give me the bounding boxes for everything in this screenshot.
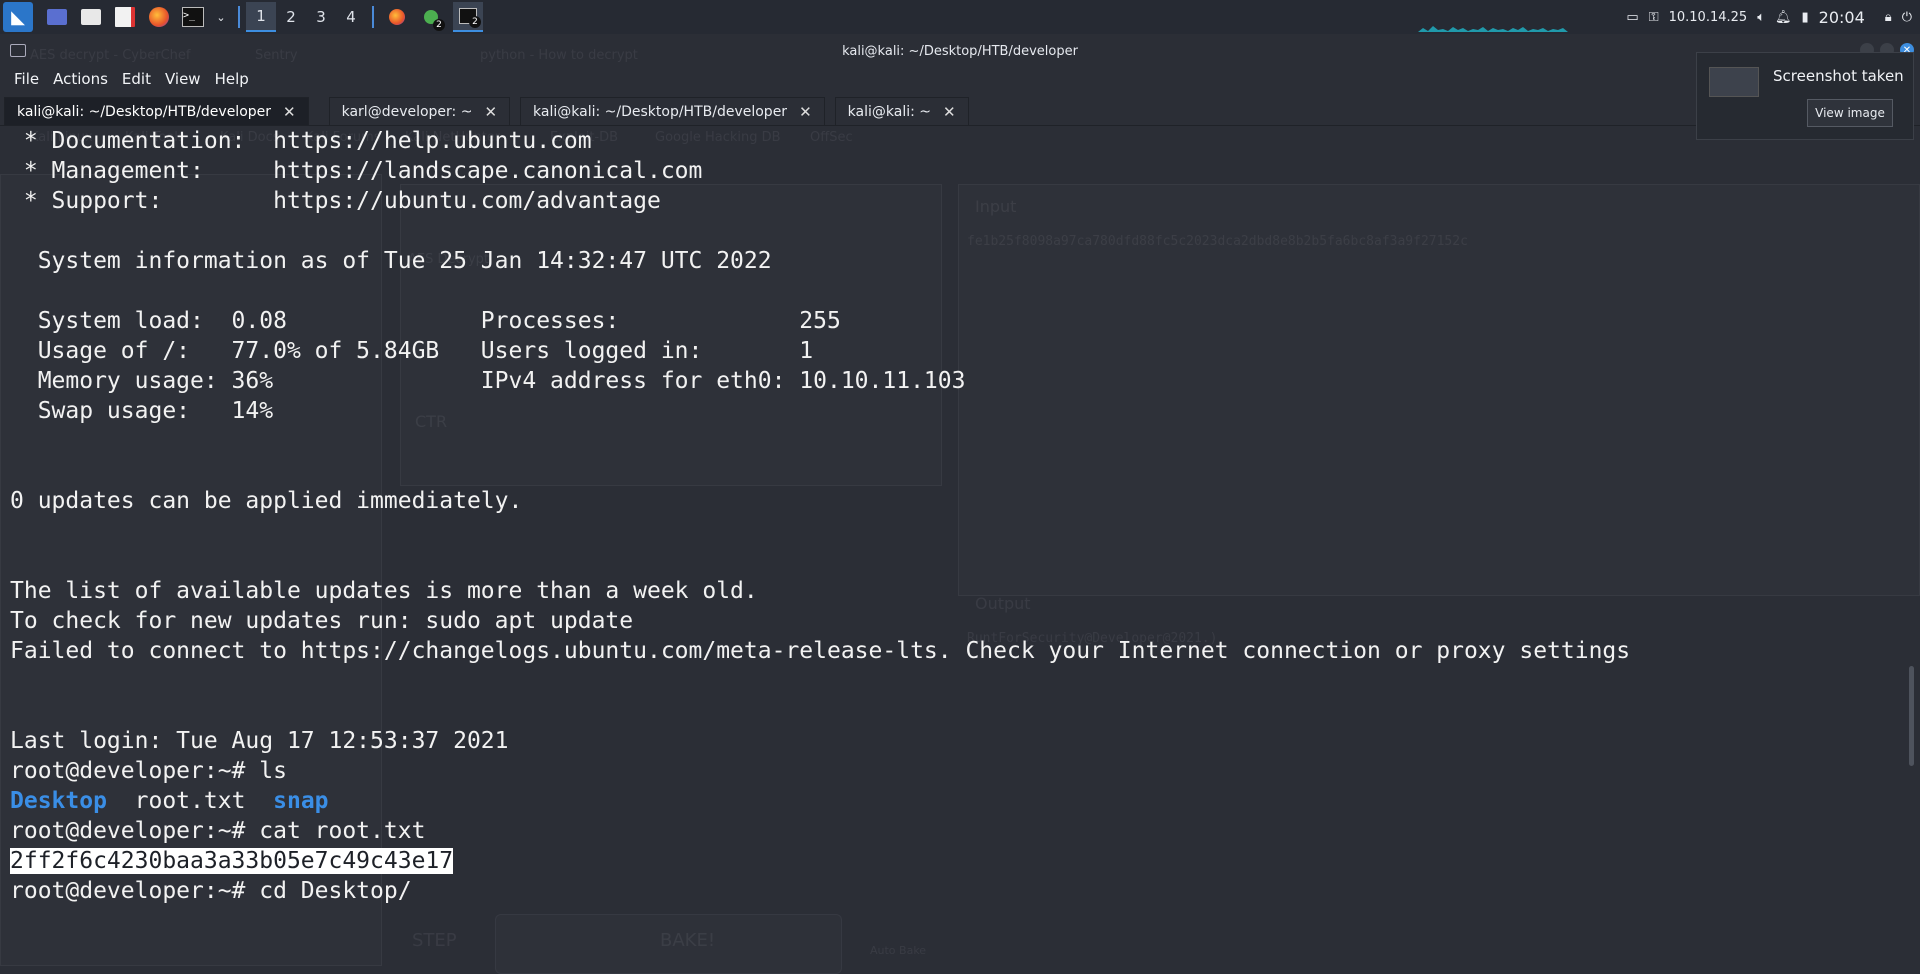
- terminal-lines: * Documentation: https://help.ubuntu.com…: [10, 126, 1630, 906]
- terminal-line: * Management: https://landscape.canonica…: [10, 158, 703, 184]
- panel-separator: [372, 6, 374, 28]
- ls-output-line: Desktop root.txt snap: [10, 786, 1630, 816]
- terminal-line: System load: 0.08 Processes: 255: [10, 308, 841, 334]
- menu-actions[interactable]: Actions: [53, 70, 108, 88]
- battery-icon[interactable]: ▮: [1802, 10, 1809, 25]
- menu-help[interactable]: Help: [215, 70, 249, 88]
- workspace-3[interactable]: 3: [306, 2, 336, 32]
- flag-selection[interactable]: 2ff2f6c4230baa3a33b05e7c49c43e17: [10, 848, 454, 874]
- terminal-line: Last login: Tue Aug 17 12:53:37 2021: [10, 728, 509, 754]
- terminal-line: The list of available updates is more th…: [10, 578, 758, 604]
- text-editor-icon[interactable]: [113, 5, 137, 29]
- firefox-running-icon[interactable]: [385, 5, 409, 29]
- workspace-4[interactable]: 4: [336, 2, 366, 32]
- ls-file-root-txt: root.txt: [134, 788, 246, 814]
- file-manager-icon[interactable]: [79, 5, 103, 29]
- ls-dir-desktop: Desktop: [10, 788, 107, 814]
- terminal-line: To check for new updates run: sudo apt u…: [10, 608, 634, 634]
- window-titlebar[interactable]: kali@kali: ~/Desktop/HTB/developer: [0, 34, 1920, 68]
- terminal-line: Swap usage: 14%: [10, 398, 274, 424]
- panel-separator: [238, 6, 240, 28]
- terminal-line-cd: root@developer:~# cd Desktop/: [10, 878, 412, 904]
- bug-running-icon[interactable]: 2: [419, 5, 445, 31]
- system-tray: ▭ ⚿ 10.10.14.25 🔈︎ 🔔︎ ▮ 20:04 🔒︎ ⏻: [1626, 0, 1920, 34]
- screenshot-thumbnail[interactable]: [1709, 67, 1759, 97]
- volume-icon[interactable]: 🔈︎: [1757, 10, 1765, 25]
- vpn-ip: 10.10.14.25: [1668, 9, 1748, 25]
- menu-file[interactable]: File: [14, 70, 39, 88]
- window-title: kali@kali: ~/Desktop/HTB/developer: [842, 43, 1078, 59]
- firefox-icon[interactable]: [147, 5, 171, 29]
- display-icon[interactable]: ▭: [1626, 10, 1638, 25]
- menu-bar: File Actions Edit View Help: [0, 68, 1920, 90]
- power-icon[interactable]: ⏻: [1902, 10, 1912, 25]
- vpn-icon[interactable]: ⚿: [1649, 10, 1659, 25]
- terminal-line: root@developer:~# ls: [10, 758, 287, 784]
- ls-dir-snap: snap: [273, 788, 329, 814]
- window-icon: [10, 44, 26, 57]
- window-count-badge: 2: [469, 16, 481, 28]
- clock[interactable]: 20:04: [1819, 8, 1865, 27]
- terminal-line: Memory usage: 36% IPv4 address for eth0:…: [10, 368, 966, 394]
- notification-bell-icon[interactable]: 🔔︎: [1775, 10, 1792, 25]
- terminal-line: Usage of /: 77.0% of 5.84GB Users logged…: [10, 338, 814, 364]
- terminal-running-icon[interactable]: 2: [453, 2, 483, 32]
- menu-edit[interactable]: Edit: [122, 70, 151, 88]
- screenshot-notification: Screenshot taken View image: [1696, 52, 1914, 140]
- window-count-badge: 2: [433, 19, 445, 31]
- terminal-line: * Documentation: https://help.ubuntu.com: [10, 128, 592, 154]
- menu-view[interactable]: View: [165, 70, 201, 88]
- terminal-line: System information as of Tue 25 Jan 14:3…: [10, 248, 772, 274]
- workspace-2[interactable]: 2: [276, 2, 306, 32]
- terminal-icon[interactable]: >_: [181, 5, 205, 29]
- top-panel: ◣ >_ ⌄ 1 2 3 4 2 2 ▭ ⚿ 10.10.14.25 🔈︎ 🔔︎…: [0, 0, 1920, 34]
- terminal-output[interactable]: * Documentation: https://help.ubuntu.com…: [0, 118, 1920, 938]
- chevron-down-icon[interactable]: ⌄: [215, 5, 227, 29]
- lock-icon[interactable]: 🔒︎: [1885, 10, 1892, 25]
- flag-line: 2ff2f6c4230baa3a33b05e7c49c43e17: [10, 846, 1630, 876]
- show-desktop-icon[interactable]: [45, 5, 69, 29]
- view-image-button[interactable]: View image: [1807, 99, 1893, 127]
- network-monitor-graph: [1418, 26, 1568, 32]
- terminal-line-cat: root@developer:~# cat root.txt: [10, 818, 426, 844]
- terminal-scrollbar[interactable]: [1909, 666, 1914, 766]
- notification-title: Screenshot taken: [1773, 67, 1904, 85]
- workspace-1[interactable]: 1: [246, 2, 276, 32]
- terminal-line: * Support: https://ubuntu.com/advantage: [10, 188, 661, 214]
- kali-menu-icon[interactable]: ◣: [3, 2, 33, 32]
- terminal-line: 0 updates can be applied immediately.: [10, 488, 523, 514]
- terminal-line: Failed to connect to https://changelogs.…: [10, 638, 1631, 664]
